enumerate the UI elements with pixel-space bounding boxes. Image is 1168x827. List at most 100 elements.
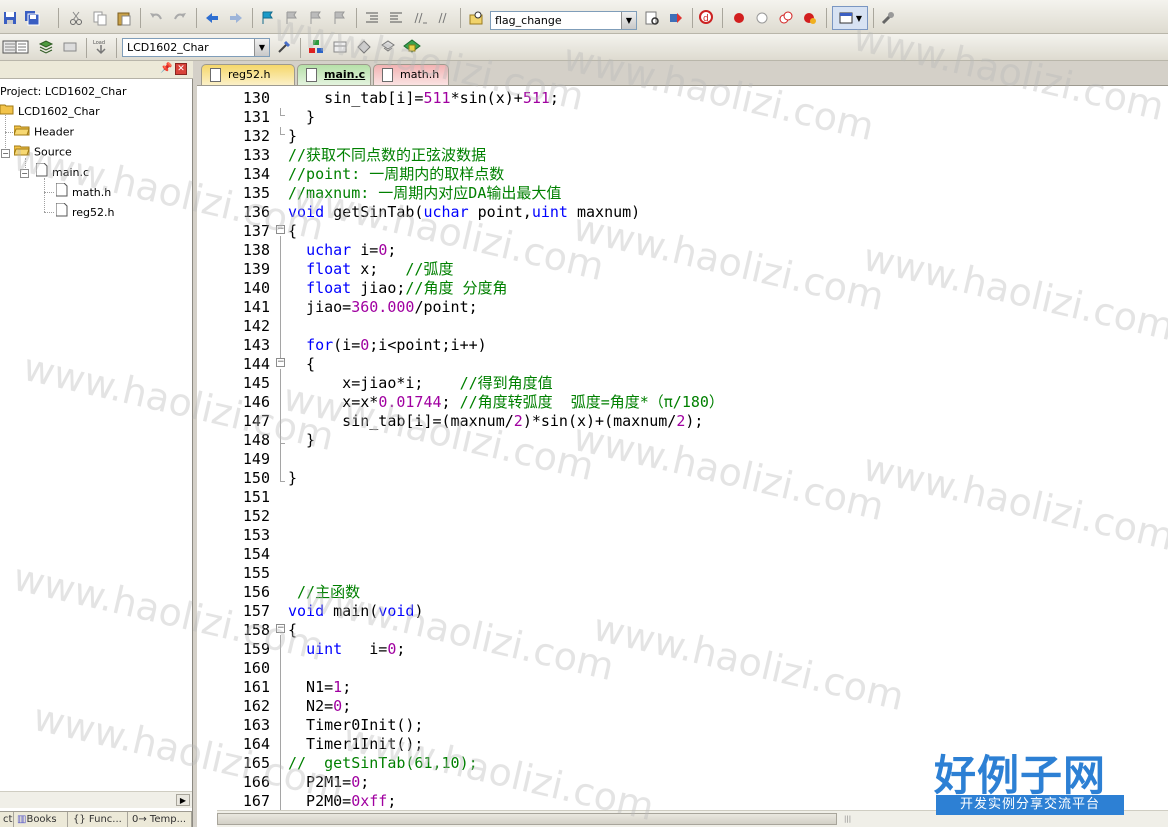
uncomment-icon[interactable]: [434, 8, 454, 28]
tab-functions[interactable]: {} Func...: [70, 812, 128, 827]
code-line[interactable]: for(i=0;i<point;i++): [288, 336, 487, 355]
batch-build-icon[interactable]: [60, 37, 80, 57]
find-in-files-icon[interactable]: [466, 8, 486, 28]
pack-installer-icon[interactable]: [378, 37, 398, 57]
scrollbar-thumb[interactable]: [217, 813, 837, 825]
code-line[interactable]: x=jiao*i; //得到角度值: [288, 374, 552, 393]
unindent-icon[interactable]: [386, 8, 406, 28]
configure-icon[interactable]: [878, 8, 898, 28]
indent-icon[interactable]: [362, 8, 382, 28]
code-line[interactable]: N1=1;: [288, 678, 351, 697]
code-line[interactable]: void getSinTab(uchar point,uint maxnum): [288, 203, 640, 222]
line-number: 157: [242, 602, 270, 620]
paste-icon[interactable]: [114, 8, 134, 28]
close-icon[interactable]: ✕: [175, 63, 187, 75]
window-layout-button[interactable]: ▼: [832, 6, 868, 30]
group-header[interactable]: Header: [13, 123, 74, 141]
code-line[interactable]: void main(void): [288, 602, 423, 621]
code-line[interactable]: }: [288, 469, 297, 488]
code-line[interactable]: }: [288, 431, 315, 450]
code-line[interactable]: {: [288, 621, 297, 640]
code-line[interactable]: P2M0=0xff;: [288, 792, 396, 811]
bookmark-icon[interactable]: [258, 8, 278, 28]
run-time-environment-icon[interactable]: [402, 37, 422, 57]
code-line[interactable]: {: [288, 355, 315, 374]
code-line[interactable]: jiao=360.000/point;: [288, 298, 478, 317]
fold-toggle-icon[interactable]: −: [276, 225, 285, 234]
select-packs-icon[interactable]: [354, 37, 374, 57]
fold-toggle-icon[interactable]: −: [276, 624, 285, 633]
nav-back-icon[interactable]: [202, 8, 222, 28]
tab-project[interactable]: ct: [0, 812, 14, 827]
code-line[interactable]: sin_tab[i]=(maxnum/2)*sin(x)+(maxnum/2);: [288, 412, 703, 431]
enable-breakpoint-icon[interactable]: [752, 8, 772, 28]
code-line[interactable]: }: [288, 127, 297, 146]
tab-books[interactable]: ▥Books: [14, 812, 68, 827]
cut-icon[interactable]: [66, 8, 86, 28]
code-line[interactable]: uint i=0;: [288, 640, 405, 659]
incremental-find-icon[interactable]: [666, 8, 686, 28]
debug-start-icon[interactable]: d: [697, 8, 717, 28]
collapse-main-c-icon[interactable]: −: [20, 169, 29, 178]
kill-breakpoints-icon[interactable]: [800, 8, 820, 28]
scroll-right-arrow-icon[interactable]: ▶: [176, 794, 190, 806]
code-line[interactable]: }: [288, 108, 315, 127]
save-all-icon[interactable]: [22, 8, 42, 28]
code-line[interactable]: x=x*0.01744; //角度转弧度 弧度=角度*（π/180）: [288, 393, 724, 412]
code-line[interactable]: P2M1=0;: [288, 773, 369, 792]
tab-templates[interactable]: 0→ Temp...: [129, 812, 192, 827]
next-bookmark-icon[interactable]: [306, 8, 326, 28]
rebuild-icon[interactable]: [36, 37, 56, 57]
collapse-source-icon[interactable]: −: [1, 149, 10, 158]
code-line[interactable]: Timer0Init();: [288, 716, 423, 735]
tab-math-h[interactable]: math.h: [373, 64, 449, 85]
code-line[interactable]: //point: 一周期内的取样点数: [288, 165, 504, 184]
nav-forward-icon[interactable]: [226, 8, 246, 28]
code-line[interactable]: uchar i=0;: [288, 241, 396, 260]
prev-bookmark-icon[interactable]: [282, 8, 302, 28]
chevron-down-icon[interactable]: ▼: [621, 12, 636, 29]
site-logo-title: 好例子网: [934, 751, 1107, 800]
line-number: 143: [242, 336, 270, 354]
code-line[interactable]: float jiao;//角度 分度角: [288, 279, 507, 298]
code-line[interactable]: // getSinTab(61,10);: [288, 754, 478, 773]
pin-icon[interactable]: 📌: [160, 63, 172, 74]
save-icon[interactable]: [0, 8, 20, 28]
code-line[interactable]: //主函数: [288, 583, 360, 602]
target-combo[interactable]: LCD1602_Char ▼: [122, 38, 270, 57]
chevron-down-icon[interactable]: ▼: [254, 39, 269, 56]
code-line[interactable]: Timer1Init();: [288, 735, 423, 754]
tab-reg52-h[interactable]: reg52.h: [201, 64, 295, 85]
target-node[interactable]: LCD1602_Char: [0, 103, 100, 121]
code-line[interactable]: {: [288, 222, 297, 241]
copy-icon[interactable]: [90, 8, 110, 28]
tab-main-c[interactable]: main.c: [297, 64, 371, 85]
build-icon[interactable]: [12, 37, 32, 57]
include-reg52-h[interactable]: reg52.h: [55, 202, 115, 221]
code-line[interactable]: float x; //弧度: [288, 260, 453, 279]
target-combo-value: LCD1602_Char: [127, 41, 209, 54]
comment-icon[interactable]: [410, 8, 430, 28]
include-math-h[interactable]: math.h: [55, 182, 111, 201]
file-extensions-icon[interactable]: [306, 37, 326, 57]
load-download-button[interactable]: Load: [92, 37, 110, 57]
group-source[interactable]: Source: [13, 143, 72, 161]
find-combo[interactable]: flag_change ▼: [490, 11, 637, 30]
disable-breakpoints-icon[interactable]: [776, 8, 796, 28]
project-horizontal-scrollbar[interactable]: ▶: [0, 791, 192, 808]
target-options-icon[interactable]: [274, 37, 294, 57]
code-line[interactable]: //maxnum: 一周期内对应DA输出最大值: [288, 184, 561, 203]
project-root[interactable]: Project: LCD1602_Char: [0, 83, 127, 101]
code-line[interactable]: //获取不同点数的正弦波数据: [288, 146, 486, 165]
line-number: 166: [242, 773, 270, 791]
redo-icon[interactable]: [170, 8, 190, 28]
code-editor[interactable]: 130 131 132 133 134 135 136 137 138 139 140 141 142 1…: [197, 85, 1168, 827]
code-line[interactable]: sin_tab[i]=511*sin(x)+511;: [288, 89, 559, 108]
manage-components-icon[interactable]: [330, 37, 350, 57]
find-icon[interactable]: [642, 8, 662, 28]
undo-icon[interactable]: [146, 8, 166, 28]
fold-toggle-icon[interactable]: −: [276, 358, 285, 367]
code-line[interactable]: N2=0;: [288, 697, 351, 716]
clear-bookmarks-icon[interactable]: [330, 8, 350, 28]
insert-breakpoint-icon[interactable]: [729, 8, 749, 28]
